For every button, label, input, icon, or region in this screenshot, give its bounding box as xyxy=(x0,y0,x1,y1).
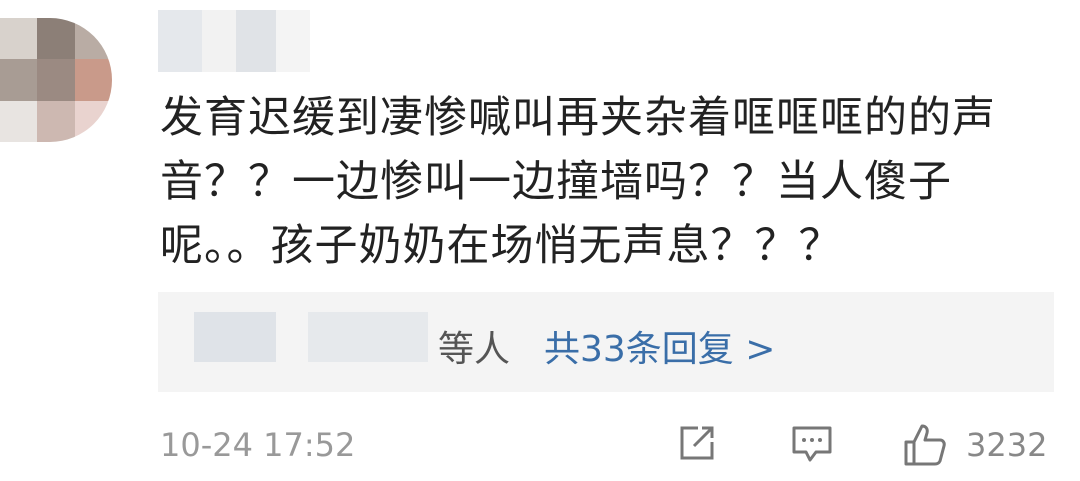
comment-text: 发育迟缓到凄惨喊叫再夹杂着哐哐哐的的声音？？一边惨叫一边撞墙吗？？当人傻子呢。。… xyxy=(160,93,996,271)
like-count: 3232 xyxy=(966,426,1048,464)
username-blurred[interactable] xyxy=(158,10,310,72)
comment-footer: 10-24 17:52 3232 xyxy=(160,420,1060,472)
comment-card: 发育迟缓到凄惨喊叫再夹杂着哐哐哐的的声音？？一边惨叫一边撞墙吗？？当人傻子呢。。… xyxy=(0,0,1080,481)
timestamp: 10-24 17:52 xyxy=(160,426,356,464)
username-blur-segment xyxy=(202,10,236,72)
username-blur-segment xyxy=(158,10,202,72)
avatar-pixel xyxy=(0,100,38,142)
share-icon[interactable] xyxy=(674,420,724,470)
reply-panel[interactable]: 等人 共33条回复 > xyxy=(158,292,1054,392)
username-blur-segment xyxy=(236,10,276,72)
avatar-pixel xyxy=(74,100,112,142)
reply-user-blur xyxy=(308,312,428,362)
avatar[interactable] xyxy=(0,18,112,142)
share-icon-svg xyxy=(680,426,714,460)
avatar-pixel xyxy=(0,59,38,101)
thumbs-up-icon[interactable] xyxy=(900,420,950,470)
avatar-pixel xyxy=(37,100,75,142)
avatar-pixel xyxy=(0,18,38,60)
comment-icon[interactable] xyxy=(788,420,838,470)
avatar-pixel xyxy=(74,18,112,60)
reply-user-blur xyxy=(194,312,276,362)
comment-icon-svg xyxy=(792,426,832,462)
thumbs-up-icon-svg xyxy=(904,424,946,466)
avatar-pixel xyxy=(37,59,75,101)
view-replies-link[interactable]: 共33条回复 > xyxy=(544,320,775,372)
reply-others-label: 等人 xyxy=(438,329,511,370)
avatar-pixel xyxy=(37,18,75,60)
avatar-pixel xyxy=(74,59,112,101)
username-blur-segment xyxy=(276,10,310,72)
